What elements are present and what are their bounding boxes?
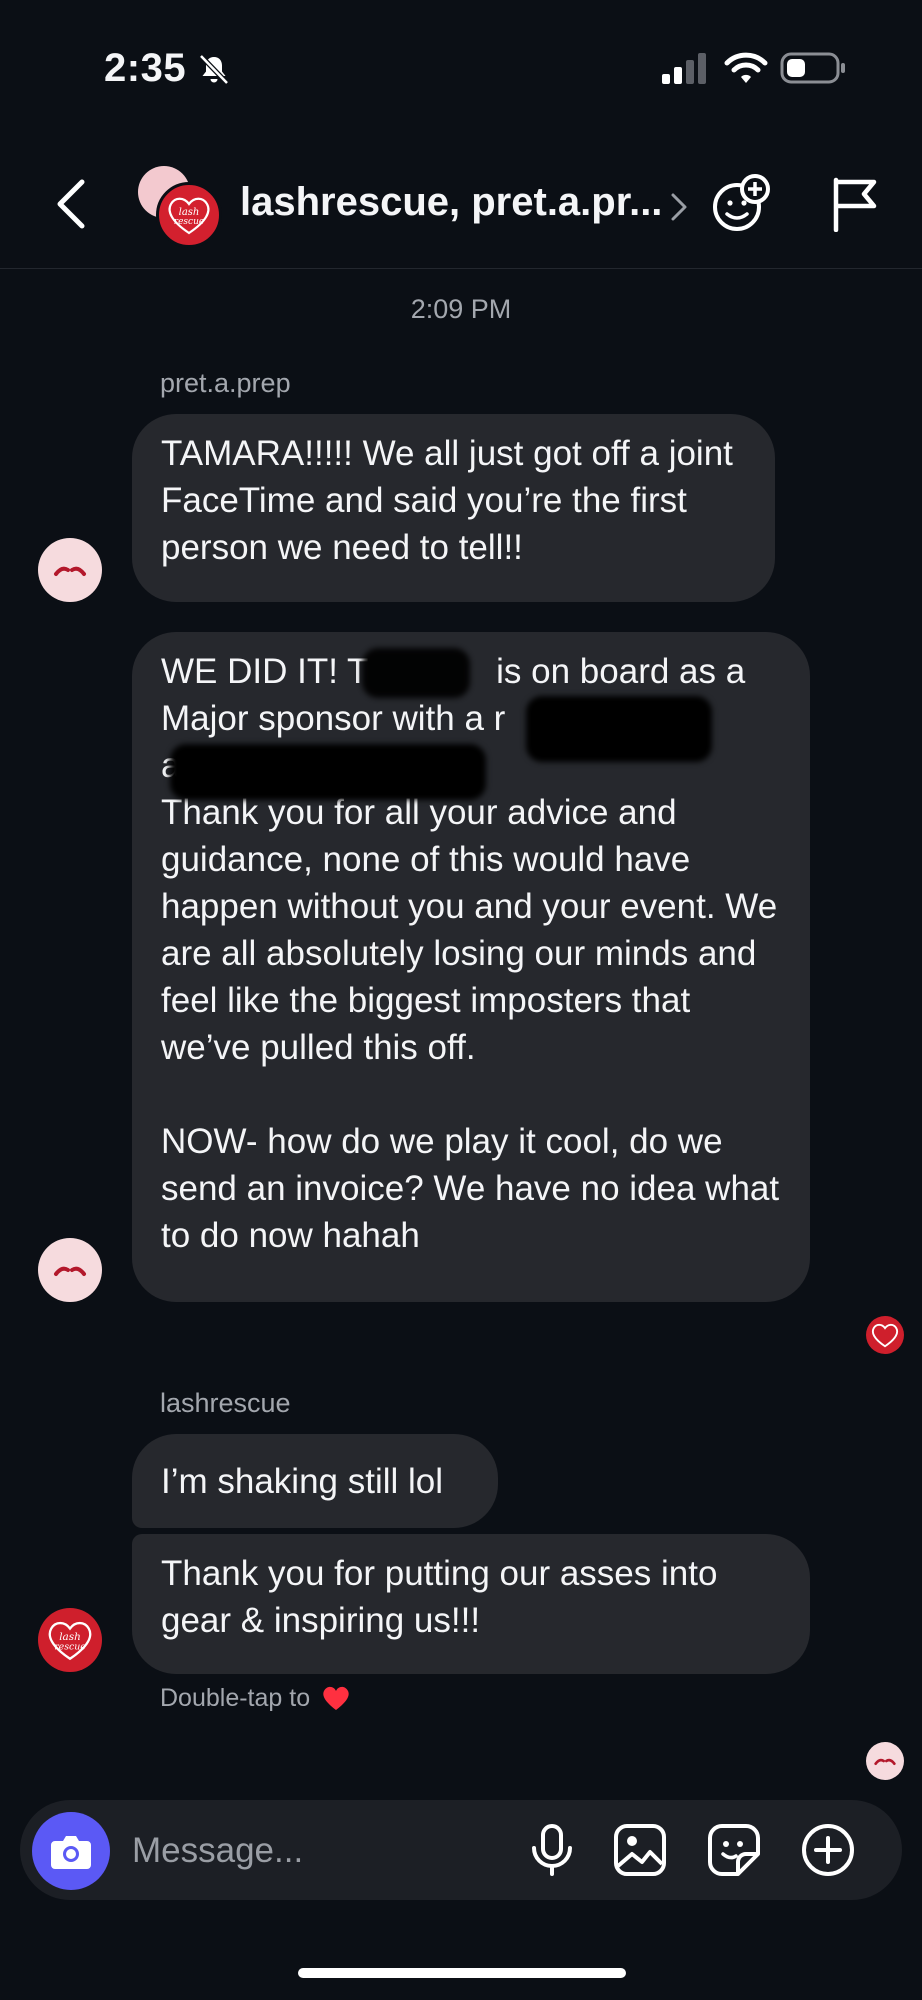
hint-text: Double-tap to bbox=[160, 1684, 311, 1712]
battery-icon bbox=[780, 52, 845, 84]
message-timestamp: 2:09 PM bbox=[410, 294, 512, 324]
sender-name: lashrescue bbox=[160, 1388, 291, 1418]
sender-avatar[interactable] bbox=[38, 1238, 102, 1302]
read-receipt-avatar bbox=[866, 1742, 904, 1780]
sticker-icon[interactable] bbox=[706, 1822, 762, 1878]
message-text: WE DID IT! T bbox=[161, 652, 369, 691]
microphone-icon[interactable] bbox=[524, 1822, 580, 1878]
sender-avatar[interactable]: lash rescue bbox=[38, 1608, 102, 1672]
message-bubble[interactable]: I’m shaking still lol bbox=[132, 1434, 498, 1528]
sender-name: pret.a.prep bbox=[160, 368, 291, 398]
message-text: NOW- how do we play it cool, do we send … bbox=[161, 1122, 780, 1255]
message-text: TAMARA!!!!! We all just got off a joint … bbox=[161, 434, 733, 567]
svg-text:rescue: rescue bbox=[54, 1641, 86, 1652]
message-bubble[interactable]: Thank you for putting our asses into gea… bbox=[132, 1534, 810, 1674]
camera-button[interactable] bbox=[32, 1812, 110, 1890]
double-tap-hint: Double-tap to bbox=[160, 1684, 351, 1713]
status-time: 2:35 bbox=[104, 46, 187, 90]
flag-icon[interactable] bbox=[830, 176, 880, 232]
lashrescue-logo: lash rescue bbox=[156, 182, 222, 248]
home-indicator[interactable] bbox=[298, 1968, 626, 1978]
heart-icon bbox=[323, 1686, 349, 1710]
message-bubble[interactable]: TAMARA!!!!! We all just got off a joint … bbox=[132, 414, 775, 602]
sender-avatar[interactable] bbox=[38, 538, 102, 602]
chevron-right-icon[interactable] bbox=[668, 190, 690, 224]
wifi-icon bbox=[724, 52, 768, 83]
svg-text:rescue: rescue bbox=[174, 217, 204, 227]
plus-circle-icon[interactable] bbox=[800, 1822, 856, 1878]
redaction-mark bbox=[526, 696, 712, 762]
message-text: is on board as a bbox=[496, 652, 746, 691]
camera-icon bbox=[51, 1836, 91, 1869]
redaction-mark bbox=[170, 744, 486, 800]
message-text: Thank you for putting our asses into gea… bbox=[161, 1554, 718, 1640]
message-text: Major sponsor with a r bbox=[161, 699, 506, 738]
message-text: Thank you for all your advice and guidan… bbox=[161, 793, 778, 1067]
chat-title[interactable]: lashrescue, pret.a.pr... bbox=[240, 180, 662, 225]
message-text: I’m shaking still lol bbox=[161, 1461, 444, 1501]
bell-slash-icon bbox=[199, 54, 229, 85]
signal-icon bbox=[662, 53, 706, 84]
redaction-mark bbox=[362, 648, 470, 698]
message-input[interactable] bbox=[130, 1822, 514, 1880]
back-arrow-icon[interactable] bbox=[52, 176, 92, 232]
gallery-icon[interactable] bbox=[612, 1822, 668, 1878]
read-receipt-avatar bbox=[866, 1316, 904, 1354]
add-face-icon[interactable] bbox=[710, 172, 772, 234]
header-divider bbox=[0, 268, 922, 269]
group-avatar[interactable]: lash rescue bbox=[138, 166, 222, 248]
